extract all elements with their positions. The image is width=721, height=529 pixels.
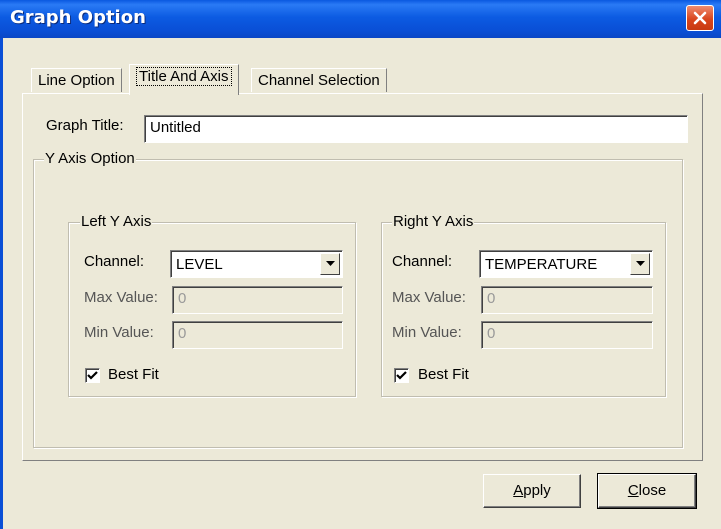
- left-y-axis-label: Left Y Axis: [80, 213, 153, 230]
- right-channel-dropdown[interactable]: TEMPERATURE: [479, 250, 653, 278]
- left-best-fit-label: Best Fit: [108, 366, 159, 383]
- right-best-fit-checkbox[interactable]: [394, 368, 409, 383]
- right-best-fit-label: Best Fit: [418, 366, 469, 383]
- left-best-fit-checkbox[interactable]: [85, 368, 100, 383]
- right-channel-value: TEMPERATURE: [485, 256, 598, 273]
- right-channel-dropdown-arrow[interactable]: [630, 253, 650, 275]
- right-max-value-input[interactable]: 0: [481, 286, 653, 314]
- left-max-value-label: Max Value:: [84, 289, 158, 306]
- tab-channel-selection[interactable]: Channel Selection: [251, 68, 387, 92]
- left-channel-dropdown-arrow[interactable]: [320, 253, 340, 275]
- title-bar[interactable]: Graph Option: [0, 0, 721, 38]
- apply-button[interactable]: Apply: [483, 474, 581, 508]
- checkmark-icon: [87, 371, 98, 380]
- left-channel-value: LEVEL: [176, 256, 223, 273]
- chevron-down-icon: [326, 261, 335, 266]
- left-min-value-label: Min Value:: [84, 324, 154, 341]
- close-window-button[interactable]: [686, 5, 714, 31]
- graph-option-window: Graph Option Line Option Title And Axis …: [0, 0, 721, 529]
- tab-title-and-axis[interactable]: Title And Axis: [129, 64, 239, 95]
- close-button[interactable]: Close: [597, 473, 697, 509]
- right-channel-label: Channel:: [392, 253, 453, 270]
- checkmark-icon: [396, 371, 407, 380]
- right-max-value-label: Max Value:: [392, 289, 466, 306]
- graph-title-label: Graph Title:: [46, 117, 124, 134]
- left-channel-dropdown[interactable]: LEVEL: [170, 250, 343, 278]
- right-y-axis-label: Right Y Axis: [392, 213, 475, 230]
- chevron-down-icon: [636, 261, 645, 266]
- y-axis-option-label: Y Axis Option: [44, 150, 136, 167]
- left-min-value-input[interactable]: 0: [172, 321, 343, 349]
- window-frame: [0, 38, 3, 529]
- left-max-value-input[interactable]: 0: [172, 286, 343, 314]
- right-min-value-input[interactable]: 0: [481, 321, 653, 349]
- right-min-value-label: Min Value:: [392, 324, 462, 341]
- graph-title-input[interactable]: Untitled: [144, 115, 688, 143]
- window-title: Graph Option: [10, 7, 146, 28]
- tab-line-option[interactable]: Line Option: [31, 68, 122, 92]
- left-channel-label: Channel:: [84, 253, 145, 270]
- close-icon: [693, 11, 707, 25]
